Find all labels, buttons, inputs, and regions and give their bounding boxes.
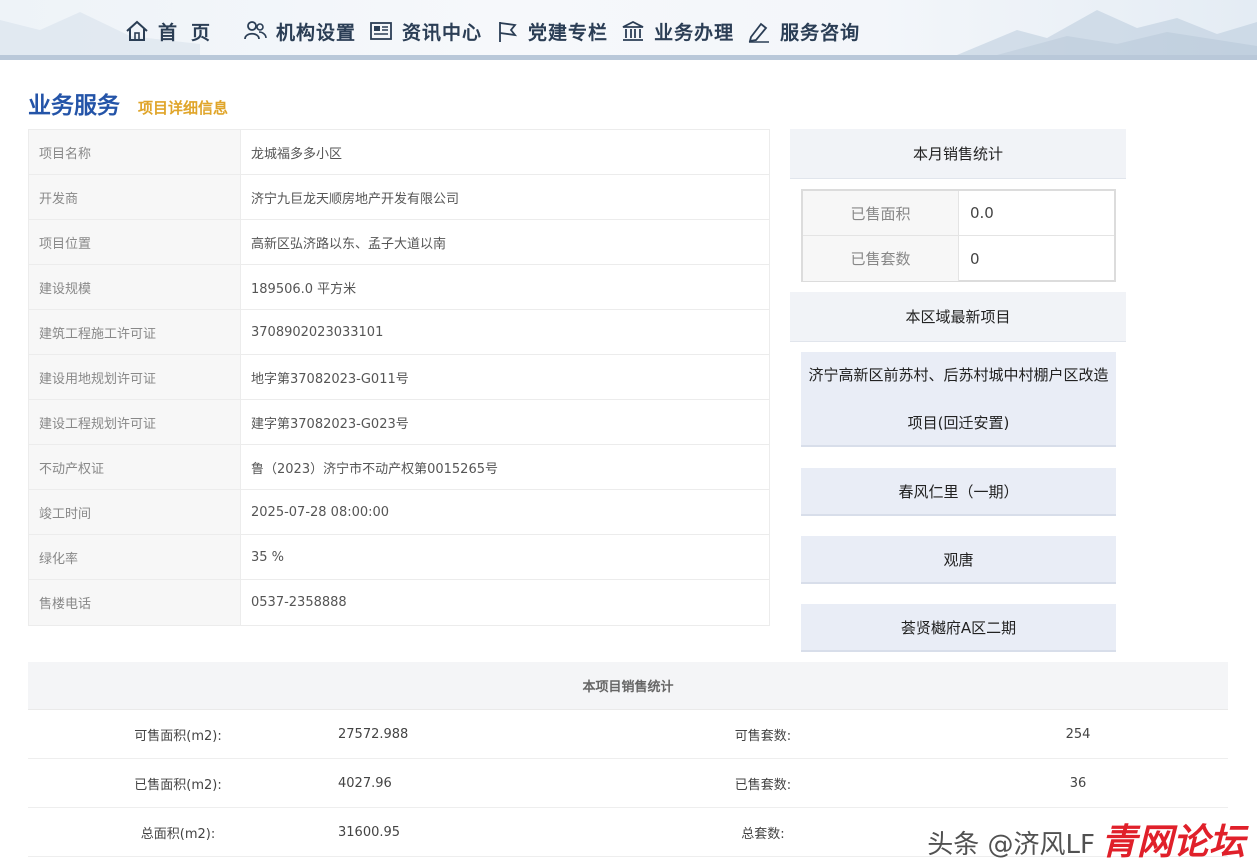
table-row: 售楼电话 0537-2358888 <box>29 580 769 625</box>
nav-news-label: 资讯中心 <box>402 21 483 44</box>
edit-icon <box>744 16 774 46</box>
mountain-decoration <box>957 10 1257 55</box>
project-detail-table: 项目名称 龙城福多多小区 开发商 济宁九巨龙天顺房地产开发有限公司 项目位置 高新区弘… <box>28 129 770 626</box>
table-row: 已售套数 0 <box>803 236 1114 281</box>
table-row: 不动产权证 鲁（2023）济宁市不动产权第0015265号 <box>29 445 769 490</box>
latest-project-link[interactable]: 观唐 <box>801 536 1116 584</box>
nav-consult[interactable]: 服务咨询 <box>744 14 860 48</box>
table-row: 绿化率 35 % <box>29 535 769 580</box>
row-value: 济宁九巨龙天顺房地产开发有限公司 <box>251 191 460 207</box>
stat-label: 总套数: <box>741 826 785 842</box>
page-title: 业务服务 <box>28 93 120 119</box>
row-value: 建字第37082023-G023号 <box>251 416 409 432</box>
bank-icon <box>618 16 648 46</box>
row-label: 建设用地规划许可证 <box>29 355 241 399</box>
top-navigation: 首页 机构设置 资讯中心 党建专栏 业务办理 服务咨询 <box>0 0 1257 60</box>
watermark: 头条 @济风LF 青网论坛 <box>927 824 1245 861</box>
row-label: 项目位置 <box>29 220 241 264</box>
flag-icon <box>492 16 522 46</box>
table-row: 可售面积(m2): 27572.988 可售套数: 254 <box>28 710 1228 759</box>
row-label: 建筑工程施工许可证 <box>29 310 241 354</box>
monthly-stats-header: 本月销售统计 <box>790 129 1126 179</box>
row-label: 已售套数 <box>803 236 959 281</box>
latest-project-link[interactable]: 荟贤樾府A区二期 <box>801 604 1116 652</box>
row-value: 0.0 <box>970 204 994 222</box>
nav-organization[interactable]: 机构设置 <box>240 14 356 48</box>
stat-label: 可售面积(m2): <box>134 728 222 744</box>
nav-organization-label: 机构设置 <box>276 21 357 44</box>
row-value: 龙城福多多小区 <box>251 146 343 162</box>
watermark-author: 头条 @济风LF <box>927 830 1095 860</box>
nav-home[interactable]: 首页 <box>122 14 230 48</box>
people-icon <box>240 16 270 46</box>
row-value: 0 <box>970 249 980 268</box>
stat-label: 已售面积(m2): <box>134 777 222 793</box>
page-subtitle: 项目详细信息 <box>138 99 229 117</box>
stat-value: 254 <box>1065 726 1091 742</box>
stat-label: 可售套数: <box>734 728 792 744</box>
table-row: 项目名称 龙城福多多小区 <box>29 130 769 175</box>
nav-business-label: 业务办理 <box>654 21 735 44</box>
row-label: 建设规模 <box>29 265 241 309</box>
stat-label: 已售套数: <box>734 777 792 793</box>
nav-business[interactable]: 业务办理 <box>618 14 734 48</box>
latest-project-link[interactable]: 济宁高新区前苏村、后苏村城中村棚户区改造项目(回迁安置) <box>801 352 1116 447</box>
row-label: 项目名称 <box>29 130 241 174</box>
project-sales-stats-title: 本项目销售统计 <box>28 662 1228 710</box>
row-value: 3708902023033101 <box>251 324 384 340</box>
home-icon <box>122 16 152 46</box>
nav-party-label: 党建专栏 <box>528 21 609 44</box>
stat-value: 27572.988 <box>338 726 409 742</box>
monthly-stats-table: 已售面积 0.0 已售套数 0 <box>801 189 1116 282</box>
latest-project-link[interactable]: 春风仁里（一期） <box>801 468 1116 516</box>
table-row: 建设工程规划许可证 建字第37082023-G023号 <box>29 400 769 445</box>
row-value: 地字第37082023-G011号 <box>251 371 409 387</box>
stat-value: 4027.96 <box>338 775 392 791</box>
row-label: 绿化率 <box>29 535 241 579</box>
nav-home-label: 首页 <box>158 21 225 44</box>
row-value: 35 % <box>251 549 285 565</box>
latest-projects-header: 本区域最新项目 <box>790 292 1126 342</box>
table-row: 竣工时间 2025-07-28 08:00:00 <box>29 490 769 535</box>
nav-consult-label: 服务咨询 <box>780 21 861 44</box>
row-label: 售楼电话 <box>29 580 241 625</box>
row-label: 已售面积 <box>803 191 959 235</box>
row-value: 2025-07-28 08:00:00 <box>251 504 390 520</box>
stat-value: 31600.95 <box>338 824 401 840</box>
stat-label: 总面积(m2): <box>140 826 216 842</box>
table-row: 项目位置 高新区弘济路以东、孟子大道以南 <box>29 220 769 265</box>
table-row: 建设用地规划许可证 地字第37082023-G011号 <box>29 355 769 400</box>
row-label: 竣工时间 <box>29 490 241 534</box>
nav-party[interactable]: 党建专栏 <box>492 14 608 48</box>
table-row: 建筑工程施工许可证 3708902023033101 <box>29 310 769 355</box>
table-row: 开发商 济宁九巨龙天顺房地产开发有限公司 <box>29 175 769 220</box>
row-value: 高新区弘济路以东、孟子大道以南 <box>251 236 447 252</box>
row-label: 建设工程规划许可证 <box>29 400 241 444</box>
row-value: 0537-2358888 <box>251 595 347 610</box>
table-row: 已售面积(m2): 4027.96 已售套数: 36 <box>28 759 1228 808</box>
row-value: 189506.0 平方米 <box>251 281 357 297</box>
row-label: 开发商 <box>29 175 241 219</box>
table-row: 已售面积 0.0 <box>803 191 1114 236</box>
row-value: 鲁（2023）济宁市不动产权第0015265号 <box>251 461 498 477</box>
newspaper-icon <box>366 16 396 46</box>
watermark-logo: 青网论坛 <box>1100 822 1245 863</box>
row-label: 不动产权证 <box>29 445 241 489</box>
nav-news[interactable]: 资讯中心 <box>366 14 482 48</box>
stat-value: 36 <box>1069 775 1087 791</box>
table-row: 建设规模 189506.0 平方米 <box>29 265 769 310</box>
section-heading: 业务服务 项目详细信息 <box>28 86 228 120</box>
